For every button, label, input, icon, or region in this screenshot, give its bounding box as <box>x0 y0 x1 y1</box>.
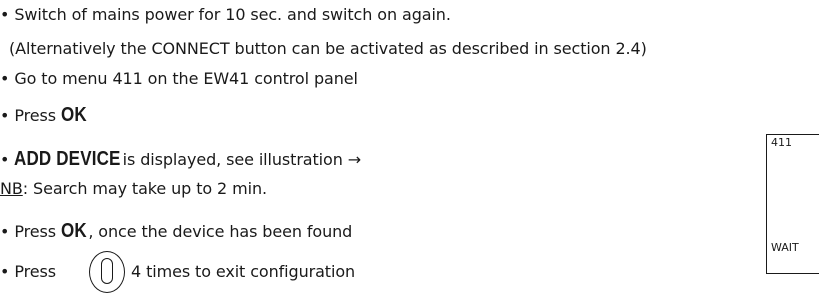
step-prefix: • Press <box>0 222 61 241</box>
step-press-ok: • Press OK <box>0 105 88 126</box>
display-status: WAIT <box>771 241 799 254</box>
nb-text: : Search may take up to 2 min. <box>22 179 267 198</box>
step-press-power-suffix: 4 times to exit configuration <box>131 262 355 282</box>
control-panel-display: 411 WAIT <box>766 134 819 274</box>
step-go-to-menu: • Go to menu 411 on the EW41 control pan… <box>0 69 358 89</box>
step-nb-note: NB: Search may take up to 2 min. <box>0 179 267 199</box>
add-device-label: ADD DEVICE <box>14 148 121 170</box>
step-prefix: • <box>0 150 15 169</box>
ok-label: OK <box>60 104 87 126</box>
step-switch-power: • Switch of mains power for 10 sec. and … <box>0 5 451 25</box>
step-suffix: , once the device has been found <box>88 222 353 241</box>
nb-label: NB <box>0 179 23 198</box>
step-alternative-connect: (Alternatively the CONNECT button can be… <box>0 39 647 59</box>
power-button-icon <box>89 251 125 293</box>
ok-label: OK <box>60 220 87 242</box>
step-press-ok-found: • Press OK, once the device has been fou… <box>0 221 352 242</box>
power-button-bar <box>101 258 113 284</box>
step-text: • Switch of mains power for 10 sec. and … <box>0 5 451 24</box>
step-text: (Alternatively the CONNECT button can be… <box>9 39 647 58</box>
step-suffix: 4 times to exit configuration <box>131 262 356 281</box>
step-prefix: • Press <box>0 262 56 281</box>
step-suffix: is displayed, see illustration → <box>117 150 362 169</box>
step-add-device: • ADD DEVICE is displayed, see illustrat… <box>0 149 361 170</box>
display-menu-number: 411 <box>771 136 792 149</box>
step-prefix: • Press <box>0 106 61 125</box>
step-text: • Go to menu 411 on the EW41 control pan… <box>0 69 358 88</box>
step-press-power: • Press <box>0 262 56 282</box>
